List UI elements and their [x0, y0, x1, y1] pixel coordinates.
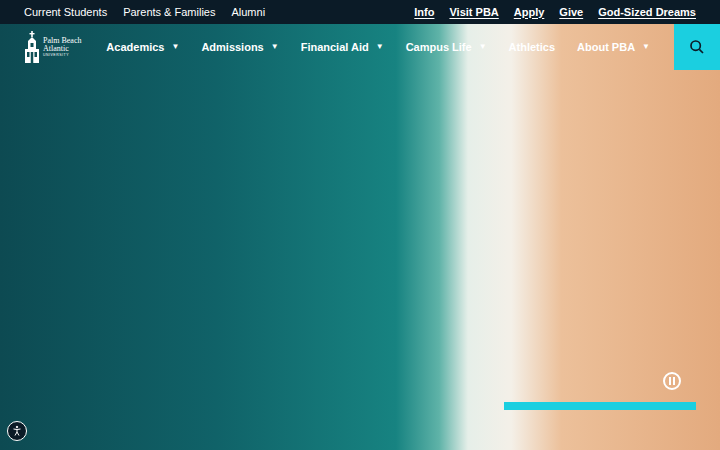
dropdown-arrow-icon: ▼ — [479, 41, 487, 53]
nav-item[interactable]: Admissions▼ — [201, 39, 278, 56]
utility-cta-link[interactable]: Info — [414, 4, 434, 21]
dropdown-arrow-icon: ▼ — [171, 41, 179, 53]
hero: Palm Beach AtlanticUNIVERSITYAcademics▼A… — [0, 24, 720, 450]
pause-icon — [668, 377, 676, 385]
utility-left-links: Current Students Parents & Families Alumni — [24, 4, 265, 21]
dropdown-arrow-icon: ▼ — [376, 41, 384, 53]
search-button[interactable] — [674, 24, 720, 70]
utility-cta-link[interactable]: Give — [559, 4, 583, 21]
logo-tower-icon — [24, 31, 40, 63]
dropdown-arrow-icon: ▼ — [271, 41, 279, 53]
logo-subtitle: UNIVERSITY — [43, 54, 87, 58]
utility-link[interactable]: Alumni — [231, 4, 265, 21]
utility-cta-link[interactable]: God-Sized Dreams — [598, 4, 696, 21]
page: Current Students Parents & Families Alumni… — [0, 0, 720, 450]
logo-name: Palm Beach Atlantic — [43, 37, 87, 53]
logo[interactable]: Palm Beach AtlanticUNIVERSITY — [24, 31, 87, 63]
utility-link[interactable]: Current Students — [24, 4, 107, 21]
main-nav: Palm Beach AtlanticUNIVERSITYAcademics▼A… — [0, 24, 720, 70]
slide-progress-track — [504, 402, 696, 410]
utility-right-links: Info Visit PBA Apply Give God-Sized Dreams — [414, 4, 696, 21]
nav-item[interactable]: About PBA▼ — [577, 39, 650, 56]
nav-item[interactable]: Financial Aid▼ — [301, 39, 384, 56]
utility-link[interactable]: Parents & Families — [123, 4, 215, 21]
utility-bar: Current Students Parents & Families Alumni… — [0, 0, 720, 24]
utility-cta-link[interactable]: Visit PBA — [449, 4, 498, 21]
accessibility-button[interactable] — [7, 421, 27, 441]
utility-cta-link[interactable]: Apply — [514, 4, 545, 21]
nav-item[interactable]: Academics▼ — [106, 39, 179, 56]
nav-item[interactable]: Campus Life▼ — [406, 39, 487, 56]
slideshow-toggle[interactable] — [663, 372, 681, 390]
nav-item[interactable]: Athletics — [509, 39, 555, 56]
accessibility-icon — [11, 425, 23, 437]
search-icon — [689, 39, 705, 55]
slide-progress-fill — [504, 402, 696, 410]
nav-items: Academics▼ Admissions▼ Financial Aid▼ Campu… — [106, 39, 674, 56]
dropdown-arrow-icon: ▼ — [642, 41, 650, 53]
